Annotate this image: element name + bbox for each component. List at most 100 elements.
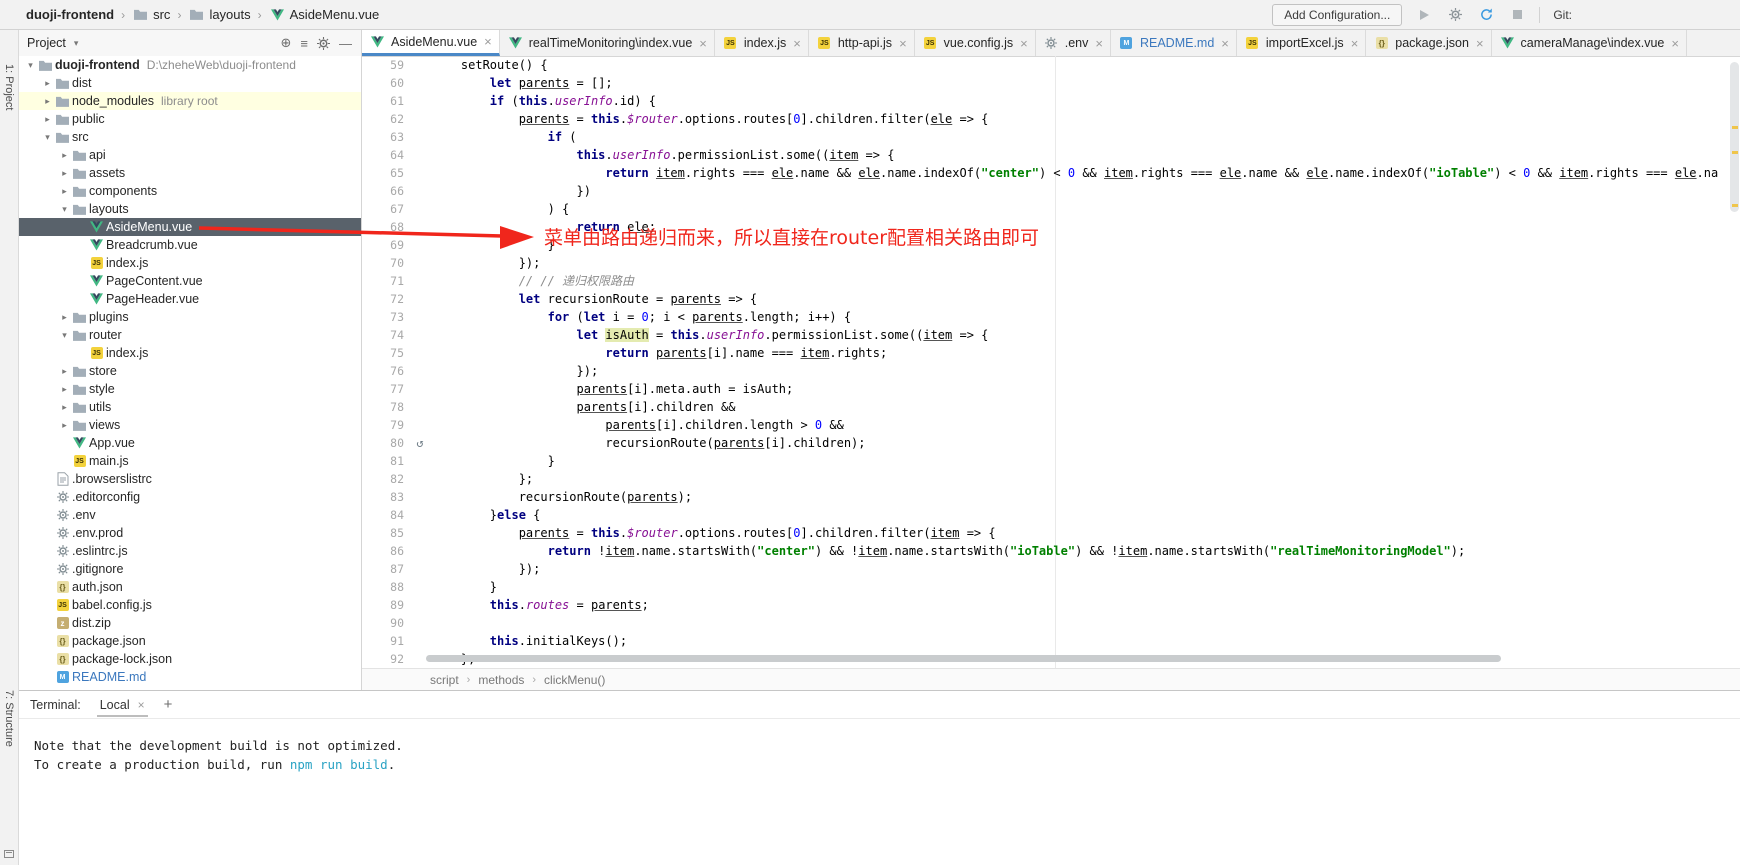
tree-item[interactable]: {}auth.json xyxy=(18,578,361,596)
tree-item[interactable]: .editorconfig xyxy=(18,488,361,506)
tree-item[interactable]: .gitignore xyxy=(18,560,361,578)
tree-item[interactable]: .env.prod xyxy=(18,524,361,542)
tree-item[interactable]: zdist.zip xyxy=(18,614,361,632)
editor-tab[interactable]: AsideMenu.vue× xyxy=(362,30,500,56)
breadcrumb-item[interactable]: clickMenu() xyxy=(544,673,605,687)
tree-item[interactable]: ▸views xyxy=(18,416,361,434)
tree-item[interactable]: ▸assets xyxy=(18,164,361,182)
run-icon[interactable] xyxy=(1415,6,1433,24)
chevron-right-icon[interactable]: ▸ xyxy=(58,384,71,395)
close-icon[interactable]: × xyxy=(899,36,907,51)
tree-item[interactable]: ▸public xyxy=(18,110,361,128)
tree-item[interactable]: JSindex.js xyxy=(18,344,361,362)
close-icon[interactable]: × xyxy=(1671,36,1679,51)
tool-window-icon[interactable] xyxy=(4,850,14,858)
breadcrumb-item[interactable]: script xyxy=(430,673,459,687)
breadcrumb-item[interactable]: methods xyxy=(478,673,524,687)
editor-tab[interactable]: JSimportExcel.js× xyxy=(1237,30,1366,56)
tree-item[interactable]: ▸plugins xyxy=(18,308,361,326)
warning-stripe-mark[interactable] xyxy=(1732,204,1738,207)
project-tool-button[interactable]: 1: Project xyxy=(3,64,15,110)
tree-item[interactable]: ▸components xyxy=(18,182,361,200)
close-icon[interactable]: × xyxy=(138,698,145,712)
vertical-scrollbar[interactable] xyxy=(1730,62,1739,212)
chevron-down-icon[interactable]: ▾ xyxy=(24,60,37,71)
build-settings-icon[interactable] xyxy=(1446,6,1464,24)
breadcrumb-item[interactable]: AsideMenu.vue xyxy=(269,7,380,22)
close-icon[interactable]: × xyxy=(1476,36,1484,51)
tree-item[interactable]: JSindex.js xyxy=(18,254,361,272)
chevron-right-icon[interactable]: ▸ xyxy=(58,150,71,161)
tree-item[interactable]: {}package-lock.json xyxy=(18,650,361,668)
tree-item[interactable]: {}package.json xyxy=(18,632,361,650)
tree-item[interactable]: JSbabel.config.js xyxy=(18,596,361,614)
breadcrumb-item[interactable]: src xyxy=(132,7,170,22)
editor-tab[interactable]: JSvue.config.js× xyxy=(915,30,1036,56)
view-options-icon[interactable]: ≡ xyxy=(300,36,308,51)
close-icon[interactable]: × xyxy=(1020,36,1028,51)
terminal-output[interactable]: Note that the development build is not o… xyxy=(18,719,1740,774)
breadcrumb-item[interactable]: duoji-frontend xyxy=(26,7,114,22)
warning-stripe-mark[interactable] xyxy=(1732,151,1738,154)
tree-item[interactable]: ▸store xyxy=(18,362,361,380)
chevron-right-icon[interactable]: ▸ xyxy=(58,420,71,431)
close-icon[interactable]: × xyxy=(484,34,492,49)
close-icon[interactable]: × xyxy=(793,36,801,51)
editor-tab[interactable]: realTimeMonitoring\index.vue× xyxy=(500,30,715,56)
chevron-down-icon[interactable]: ▾ xyxy=(58,204,71,215)
chevron-down-icon[interactable]: ▾ xyxy=(74,38,79,49)
tree-item[interactable]: Breadcrumb.vue xyxy=(18,236,361,254)
chevron-down-icon[interactable]: ▾ xyxy=(58,330,71,341)
chevron-right-icon[interactable]: ▸ xyxy=(58,312,71,323)
chevron-down-icon[interactable]: ▾ xyxy=(41,132,54,143)
tree-item[interactable]: .eslintrc.js xyxy=(18,542,361,560)
tree-item[interactable]: ▾layouts xyxy=(18,200,361,218)
add-configuration-button[interactable]: Add Configuration... xyxy=(1272,4,1402,26)
chevron-right-icon[interactable]: ▸ xyxy=(58,186,71,197)
tree-item[interactable]: ▾router xyxy=(18,326,361,344)
tree-item[interactable]: ▸style xyxy=(18,380,361,398)
tree-item[interactable]: ▸node_moduleslibrary root xyxy=(18,92,361,110)
chevron-right-icon[interactable]: ▸ xyxy=(58,168,71,179)
editor-tab[interactable]: .env× xyxy=(1036,30,1111,56)
tree-item[interactable]: PageHeader.vue xyxy=(18,290,361,308)
editor-tab[interactable]: cameraManage\index.vue× xyxy=(1492,30,1687,56)
structure-tool-button[interactable]: 7: Structure xyxy=(3,690,15,747)
code-editor[interactable]: 59 setRoute() {60 let parents = [];61 if… xyxy=(362,56,1740,668)
tree-item[interactable]: .browserslistrc xyxy=(18,470,361,488)
warning-stripe-mark[interactable] xyxy=(1732,126,1738,129)
breadcrumb-item[interactable]: layouts xyxy=(188,7,250,22)
tree-item[interactable]: .env xyxy=(18,506,361,524)
stop-icon[interactable] xyxy=(1508,6,1526,24)
chevron-right-icon[interactable]: ▸ xyxy=(58,366,71,377)
close-icon[interactable]: × xyxy=(1351,36,1359,51)
tree-item[interactable]: ▾duoji-frontendD:\zheheWeb\duoji-fronten… xyxy=(18,56,361,74)
git-branch-widget[interactable]: Git: xyxy=(1553,8,1572,22)
chevron-right-icon[interactable]: ▸ xyxy=(41,114,54,125)
chevron-right-icon[interactable]: ▸ xyxy=(41,96,54,107)
tree-item[interactable]: ▸utils xyxy=(18,398,361,416)
editor-tab[interactable]: MREADME.md× xyxy=(1111,30,1237,56)
project-panel-title[interactable]: Project xyxy=(27,36,66,50)
tree-item[interactable]: AsideMenu.vue xyxy=(18,218,361,236)
editor-tab[interactable]: JSindex.js× xyxy=(715,30,809,56)
chevron-right-icon[interactable]: ▸ xyxy=(58,402,71,413)
horizontal-scrollbar[interactable] xyxy=(426,655,1501,662)
editor-tab[interactable]: JShttp-api.js× xyxy=(809,30,915,56)
hide-panel-icon[interactable]: — xyxy=(339,36,352,51)
terminal-tab-local[interactable]: Local × xyxy=(97,693,148,717)
tree-item[interactable]: App.vue xyxy=(18,434,361,452)
tree-item[interactable]: ▸dist xyxy=(18,74,361,92)
close-icon[interactable]: × xyxy=(699,36,707,51)
tree-item[interactable]: PageContent.vue xyxy=(18,272,361,290)
close-icon[interactable]: × xyxy=(1095,36,1103,51)
update-project-icon[interactable] xyxy=(1477,6,1495,24)
locate-file-icon[interactable]: ⊕ xyxy=(281,35,292,51)
close-icon[interactable]: × xyxy=(1221,36,1229,51)
new-terminal-icon[interactable]: + xyxy=(164,696,173,713)
tree-item[interactable]: JSmain.js xyxy=(18,452,361,470)
gear-icon[interactable] xyxy=(317,37,330,50)
tree-item[interactable]: ▸api xyxy=(18,146,361,164)
tree-item[interactable]: ▾src xyxy=(18,128,361,146)
chevron-right-icon[interactable]: ▸ xyxy=(41,78,54,89)
